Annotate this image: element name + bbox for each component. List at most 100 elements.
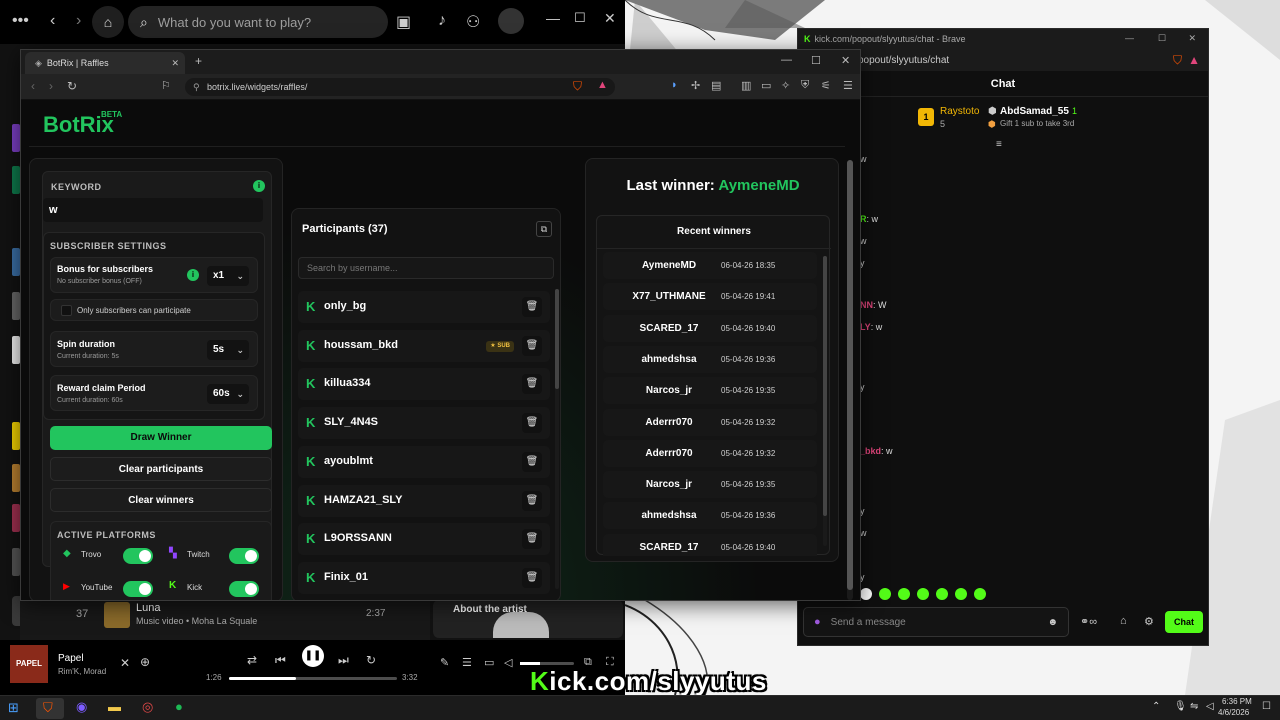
- participant-row[interactable]: K L9ORSSANN 🗑: [298, 523, 550, 556]
- winner-row[interactable]: SCARED_17 05-04-26 19:40: [603, 314, 817, 342]
- start-icon[interactable]: ⊞: [8, 700, 19, 716]
- browse-icon[interactable]: ▣: [396, 12, 411, 32]
- spin-select[interactable]: 5s ⌄: [207, 340, 249, 360]
- taskbar-active-app[interactable]: ⛉: [36, 698, 64, 719]
- library-item[interactable]: [12, 248, 20, 276]
- forward-icon[interactable]: ›: [49, 79, 53, 93]
- emote-icon[interactable]: [974, 588, 986, 600]
- maximize-icon[interactable]: ☐: [811, 54, 821, 67]
- maximize-icon[interactable]: ☐: [1158, 33, 1166, 44]
- remove-icon[interactable]: ✕: [120, 656, 130, 670]
- library-item[interactable]: [12, 548, 20, 576]
- queue-icon[interactable]: ☰: [462, 656, 472, 669]
- pause-button[interactable]: ❚❚: [302, 645, 324, 667]
- home-icon[interactable]: ⌂: [92, 6, 124, 38]
- close-icon[interactable]: ✕: [1188, 33, 1196, 44]
- trovo-toggle[interactable]: [123, 548, 153, 564]
- chat-url[interactable]: popout/slyyutus/chat: [858, 55, 949, 66]
- bonus-info-icon[interactable]: i: [187, 269, 199, 281]
- bonus-select[interactable]: x1 ⌄: [207, 266, 249, 286]
- only-subs-row[interactable]: Only subscribers can participate: [50, 299, 258, 321]
- library-item[interactable]: [12, 124, 20, 152]
- participant-row[interactable]: K HAMZA21_SLY 🗑: [298, 484, 550, 517]
- participant-row[interactable]: K Finix_01 🗑: [298, 561, 550, 594]
- kick-toggle[interactable]: [229, 581, 259, 597]
- clock-time[interactable]: 6:36 PM: [1222, 697, 1252, 706]
- participant-row[interactable]: Khoussam_bkd ★ SUB 🗑: [298, 329, 550, 362]
- progress-track[interactable]: [229, 677, 397, 680]
- brave-shield-icon[interactable]: ⛉: [1173, 53, 1182, 68]
- vpn-icon[interactable]: ⛨: [801, 79, 809, 92]
- volume-slider[interactable]: [520, 662, 574, 665]
- emote-icon[interactable]: [879, 588, 891, 600]
- trash-icon[interactable]: 🗑: [522, 567, 542, 588]
- leo-icon[interactable]: ✧: [781, 79, 790, 92]
- brave-rewards-icon[interactable]: ▲: [597, 79, 608, 91]
- new-tab-icon[interactable]: +: [195, 54, 202, 68]
- sidebar-icon[interactable]: ▥: [741, 79, 751, 92]
- speech-icon[interactable]: ◗: [671, 79, 678, 91]
- twitch-toggle[interactable]: [229, 548, 259, 564]
- notifications-icon[interactable]: ♪: [438, 12, 446, 30]
- brave-rewards-icon[interactable]: ▲: [1188, 53, 1200, 67]
- leader2-name[interactable]: AbdSamad_55: [1000, 106, 1069, 117]
- pin-icon[interactable]: ≡: [996, 139, 1002, 150]
- address-text[interactable]: botrix.live/widgets/raffles/: [207, 82, 307, 92]
- emote-icon[interactable]: [936, 588, 948, 600]
- volume-icon[interactable]: ◁: [504, 656, 512, 669]
- trash-icon[interactable]: 🗑: [522, 335, 542, 356]
- about-artist-card[interactable]: About the artist: [433, 600, 623, 638]
- back-icon[interactable]: ‹: [50, 12, 55, 30]
- winner-row[interactable]: Narcos_jr 05-04-26 19:35: [603, 377, 817, 405]
- library-item[interactable]: [12, 504, 20, 532]
- wallet-icon[interactable]: ▭: [761, 79, 771, 92]
- app-icon[interactable]: ◎: [142, 699, 153, 715]
- back-icon[interactable]: ‹: [31, 79, 35, 93]
- reward-select[interactable]: 60s ⌄: [207, 384, 249, 404]
- tray-chevron-icon[interactable]: ⌃: [1152, 701, 1160, 712]
- forward-icon[interactable]: ›: [76, 12, 81, 30]
- volume-icon[interactable]: ◁: [1206, 701, 1214, 712]
- info-icon[interactable]: i: [253, 180, 265, 192]
- settings-icon[interactable]: ⚙: [1144, 615, 1154, 628]
- winner-row[interactable]: ahmedshsa 05-04-26 19:36: [603, 345, 817, 373]
- participant-row[interactable]: Konly_bg 🗑: [298, 291, 550, 323]
- friends-icon[interactable]: ⚇: [466, 12, 480, 32]
- address-bar[interactable]: ⚲ botrix.live/widgets/raffles/: [185, 78, 615, 96]
- emote-icon[interactable]: [898, 588, 910, 600]
- repeat-icon[interactable]: ↻: [366, 653, 376, 667]
- minimize-icon[interactable]: —: [781, 54, 792, 66]
- library-item[interactable]: [12, 422, 20, 450]
- avatar[interactable]: [498, 8, 524, 34]
- close-icon[interactable]: ✕: [841, 54, 850, 67]
- spotify-icon[interactable]: ●: [175, 699, 183, 714]
- message-input[interactable]: ● Send a message ☻: [803, 607, 1069, 637]
- winner-row[interactable]: SCARED_17 05-04-26 19:40: [603, 533, 817, 556]
- next-icon[interactable]: ⏭: [338, 653, 349, 668]
- emoji-icon[interactable]: ☻: [1047, 617, 1058, 628]
- customize-icon[interactable]: ⚟: [821, 79, 831, 92]
- previous-icon[interactable]: ⏮: [275, 653, 286, 668]
- draw-winner-button[interactable]: Draw Winner: [50, 426, 272, 450]
- track-row[interactable]: 37 Luna Music video • Moha La Squale 2:3…: [20, 600, 430, 640]
- close-icon[interactable]: ✕: [604, 10, 616, 27]
- site-info-icon[interactable]: ⚲: [193, 78, 200, 96]
- emote-icon[interactable]: [917, 588, 929, 600]
- shuffle-icon[interactable]: ⇄: [247, 653, 257, 667]
- chat-username[interactable]: LY: [860, 322, 871, 332]
- microphone-icon[interactable]: ●: [814, 616, 821, 628]
- extension2-icon[interactable]: ▤: [711, 79, 721, 92]
- tab-raffles[interactable]: ◈ BotRix | Raffles ✕: [25, 52, 185, 74]
- menu-icon[interactable]: ☰: [843, 79, 853, 92]
- participant-row[interactable]: Kayoublmt 🗑: [298, 445, 550, 478]
- chat-username[interactable]: _bkd: [860, 446, 881, 456]
- now-playing-artist[interactable]: Rim'K, Morad: [58, 667, 106, 676]
- reload-icon[interactable]: ↻: [67, 79, 77, 93]
- bookmark-icon[interactable]: ⚐: [161, 79, 171, 92]
- library-item[interactable]: [12, 336, 20, 364]
- network-icon[interactable]: ⇋: [1190, 701, 1198, 712]
- winners-scrollbar[interactable]: [823, 256, 827, 546]
- clear-participants-button[interactable]: Clear participants: [50, 457, 272, 481]
- search-input[interactable]: What do you want to play?: [158, 15, 311, 30]
- lyrics-icon[interactable]: ✎: [440, 656, 449, 669]
